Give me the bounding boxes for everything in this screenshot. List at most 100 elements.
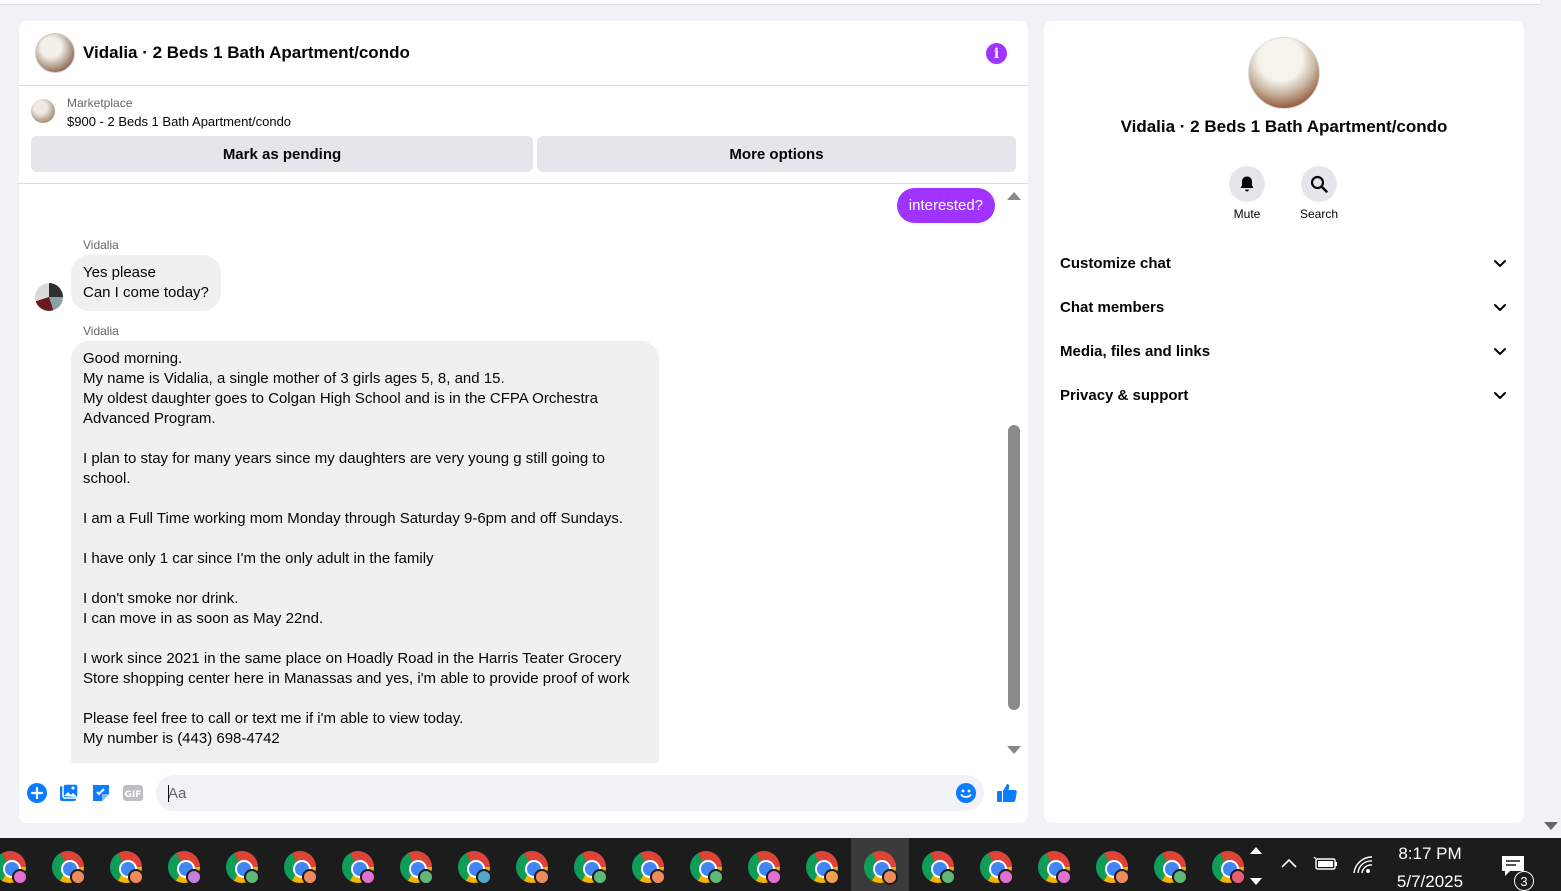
chrome-profile-taskbar-icon[interactable]: [1094, 849, 1130, 885]
show-hidden-icons-icon[interactable]: [1280, 856, 1298, 870]
section-label: Chat members: [1060, 298, 1165, 316]
profile-badge-icon: [592, 869, 608, 885]
customize-chat-section[interactable]: Customize chat: [1060, 245, 1508, 281]
gif-label: GIF: [125, 790, 142, 800]
profile-badge-icon: [882, 869, 898, 885]
chat-avatar[interactable]: [35, 33, 75, 73]
chevron-down-icon: [1494, 348, 1506, 355]
profile-badge-icon: [360, 869, 376, 885]
notification-count-badge: 3: [1514, 871, 1534, 891]
mute-button[interactable]: Mute: [1212, 166, 1282, 221]
conversation-info-panel: Vidalia · 2 Beds 1 Bath Apartment/condo …: [1044, 21, 1524, 823]
chat-title[interactable]: Vidalia · 2 Beds 1 Bath Apartment/condo: [83, 43, 410, 63]
info-icon[interactable]: i: [986, 43, 1007, 64]
chrome-profile-taskbar-icon[interactable]: [572, 849, 608, 885]
mark-as-pending-button[interactable]: Mark as pending: [31, 136, 533, 172]
gif-icon[interactable]: GIF: [122, 782, 144, 804]
wifi-icon[interactable]: [1352, 855, 1374, 875]
chrome-profile-taskbar-icon[interactable]: [804, 849, 840, 885]
conversation-title: Vidalia · 2 Beds 1 Bath Apartment/condo: [1120, 117, 1448, 136]
mute-label: Mute: [1233, 207, 1261, 221]
chat-panel: Vidalia · 2 Beds 1 Bath Apartment/condo …: [19, 21, 1028, 823]
thumbs-up-icon[interactable]: [995, 781, 1019, 805]
chrome-profile-taskbar-icon[interactable]: [224, 849, 260, 885]
scrollbar-thumb[interactable]: [1008, 425, 1020, 710]
chat-header: Vidalia · 2 Beds 1 Bath Apartment/condo …: [19, 21, 1028, 86]
chrome-profile-taskbar-icon[interactable]: [1152, 849, 1188, 885]
chrome-profile-taskbar-icon[interactable]: [746, 849, 782, 885]
chrome-profile-taskbar-icon[interactable]: [514, 849, 550, 885]
profile-badge-icon: [186, 869, 202, 885]
profile-badge-icon: [476, 869, 492, 885]
chat-members-section[interactable]: Chat members: [1060, 289, 1508, 325]
marketplace-bar: Marketplace $900 - 2 Beds 1 Bath Apartme…: [19, 86, 1028, 184]
sender-avatar[interactable]: [35, 283, 63, 311]
chrome-profile-taskbar-icon[interactable]: [688, 849, 724, 885]
incoming-message[interactable]: Good morning. My name is Vidalia, a sing…: [71, 341, 659, 763]
chrome-profile-taskbar-icon[interactable]: [0, 849, 28, 885]
taskbar-scroll-down-icon[interactable]: [1250, 878, 1262, 885]
chrome-profile-taskbar-icon[interactable]: [166, 849, 202, 885]
scroll-up-arrow-icon[interactable]: [1007, 192, 1021, 200]
chrome-profile-taskbar-icon[interactable]: [282, 849, 318, 885]
chrome-profile-taskbar-icon[interactable]: [920, 849, 956, 885]
profile-badge-icon: [12, 869, 28, 885]
battery-icon[interactable]: [1313, 856, 1339, 872]
listing-thumbnail[interactable]: [31, 99, 55, 123]
photo-icon[interactable]: [58, 782, 80, 804]
chevron-down-icon: [1494, 260, 1506, 267]
chrome-profile-taskbar-icon[interactable]: [978, 849, 1014, 885]
section-label: Privacy & support: [1060, 386, 1189, 404]
chrome-profile-taskbar-icon[interactable]: [456, 849, 492, 885]
more-options-button[interactable]: More options: [537, 136, 1016, 172]
search-button[interactable]: Search: [1284, 166, 1354, 221]
profile-badge-icon: [940, 869, 956, 885]
profile-badge-icon: [418, 869, 434, 885]
message-scrollbar[interactable]: [1004, 185, 1024, 763]
profile-badge-icon: [998, 869, 1014, 885]
chrome-profile-taskbar-icon[interactable]: [851, 838, 909, 891]
profile-badge-icon: [650, 869, 666, 885]
chrome-profile-taskbar-icon[interactable]: [1036, 849, 1072, 885]
profile-badge-icon: [824, 869, 840, 885]
bell-icon[interactable]: [1229, 166, 1265, 202]
profile-badge-icon: [1114, 869, 1130, 885]
outgoing-message[interactable]: interested?: [896, 188, 995, 223]
taskbar-scroll-up-icon[interactable]: [1250, 847, 1262, 854]
media-files-links-section[interactable]: Media, files and links: [1060, 333, 1508, 369]
profile-badge-icon: [128, 869, 144, 885]
message-sender: Vidalia: [83, 238, 119, 252]
listing-title[interactable]: $900 - 2 Beds 1 Bath Apartment/condo: [67, 114, 291, 129]
profile-badge-icon: [70, 869, 86, 885]
profile-badge-icon: [244, 869, 260, 885]
profile-badge-icon: [534, 869, 550, 885]
profile-badge-icon: [1172, 869, 1188, 885]
chrome-profile-taskbar-icon[interactable]: [50, 849, 86, 885]
chevron-down-icon: [1494, 392, 1506, 399]
profile-badge-icon: [1230, 869, 1246, 885]
profile-badge-icon: [708, 869, 724, 885]
plus-circle-icon[interactable]: [26, 782, 48, 804]
conversation-avatar[interactable]: [1248, 37, 1320, 109]
page-scroll-down-arrow-icon[interactable]: [1544, 822, 1558, 830]
incoming-message[interactable]: Yes please Can I come today?: [71, 255, 221, 311]
message-input-wrap: [156, 775, 984, 811]
privacy-support-section[interactable]: Privacy & support: [1060, 377, 1508, 413]
chrome-profile-taskbar-icon[interactable]: [108, 849, 144, 885]
message-sender: Vidalia: [83, 324, 119, 338]
search-icon[interactable]: [1301, 166, 1337, 202]
scroll-down-arrow-icon[interactable]: [1007, 746, 1021, 754]
clock-time[interactable]: 8:17 PM: [1380, 844, 1480, 864]
text-cursor: [168, 785, 169, 802]
profile-badge-icon: [766, 869, 782, 885]
clock-date[interactable]: 5/7/2025: [1380, 872, 1480, 891]
chrome-profile-taskbar-icon[interactable]: [398, 849, 434, 885]
sticker-icon[interactable]: [90, 782, 112, 804]
message-text: Yes please Can I come today?: [83, 264, 209, 301]
chevron-down-icon: [1494, 304, 1506, 311]
message-input[interactable]: [156, 775, 916, 811]
chrome-profile-taskbar-icon[interactable]: [1210, 849, 1246, 885]
emoji-icon[interactable]: [955, 782, 977, 804]
chrome-profile-taskbar-icon[interactable]: [340, 849, 376, 885]
chrome-profile-taskbar-icon[interactable]: [630, 849, 666, 885]
